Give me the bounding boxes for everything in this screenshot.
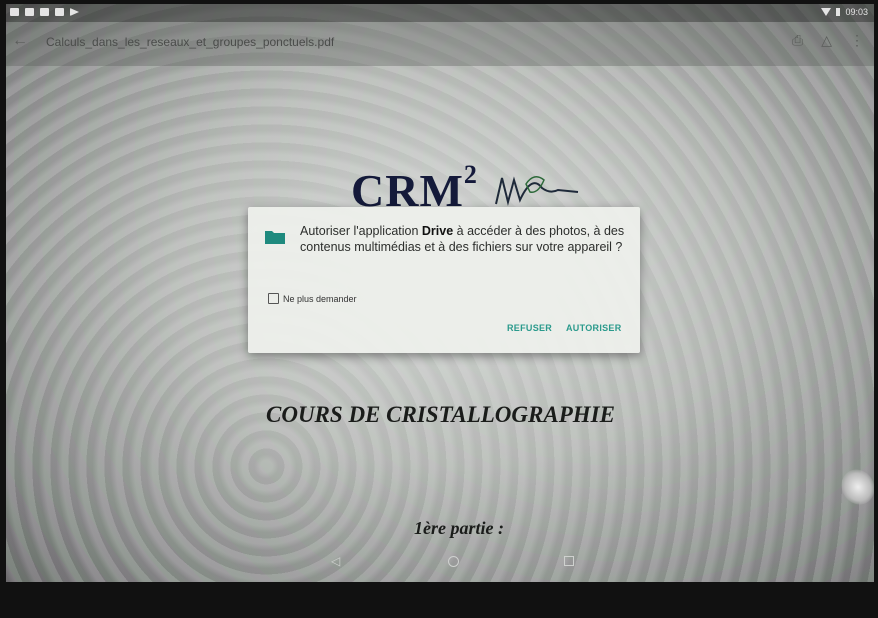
allow-button[interactable]: AUTORISER: [566, 323, 622, 333]
android-nav-bar: ◁: [6, 544, 874, 582]
folder-icon: [265, 231, 285, 244]
dont-ask-again-row[interactable]: Ne plus demander: [268, 293, 357, 304]
battery-icon: [836, 8, 841, 16]
notification-icon: [10, 8, 19, 16]
print-icon[interactable]: ⎙: [792, 32, 803, 49]
nav-recents-icon[interactable]: [564, 556, 574, 566]
document-filename: Calculs_dans_les_reseaux_et_groupes_ponc…: [46, 35, 335, 49]
notification-icons: [10, 8, 79, 16]
part-heading: 1ère partie :: [414, 518, 504, 538]
permission-dialog: Autoriser l'application Drive à accéder …: [248, 207, 640, 353]
nav-back-icon[interactable]: ◁: [331, 554, 340, 568]
status-bar: 09:03: [6, 4, 874, 22]
message-prefix: Autoriser l'application: [300, 224, 422, 238]
drive-add-icon[interactable]: △: [821, 32, 832, 49]
back-arrow-icon[interactable]: ←: [12, 32, 28, 50]
app-bar: ← Calculs_dans_les_reseaux_et_groupes_po…: [6, 22, 874, 66]
permission-message: Autoriser l'application Drive à accéder …: [300, 223, 630, 255]
more-options-icon[interactable]: ⋮: [850, 32, 864, 49]
wifi-icon: [821, 8, 832, 16]
dont-ask-again-label: Ne plus demander: [283, 293, 357, 304]
status-right: 09:03: [821, 7, 868, 17]
play-store-icon: [70, 8, 79, 16]
deny-button[interactable]: REFUSER: [507, 323, 552, 333]
nav-home-icon[interactable]: [448, 556, 459, 567]
notification-icon: [25, 8, 34, 16]
dont-ask-again-checkbox[interactable]: [268, 293, 279, 304]
app-bar-actions: ⎙ △ ⋮: [792, 32, 864, 49]
app-name: Drive: [421, 224, 454, 238]
status-time: 09:03: [845, 7, 868, 17]
crm-logo-superscript: 2: [463, 160, 478, 189]
notification-icon: [55, 8, 64, 16]
course-title: COURS DE CRISTALLOGRAPHIE: [266, 402, 615, 427]
notification-icon: [40, 8, 49, 16]
